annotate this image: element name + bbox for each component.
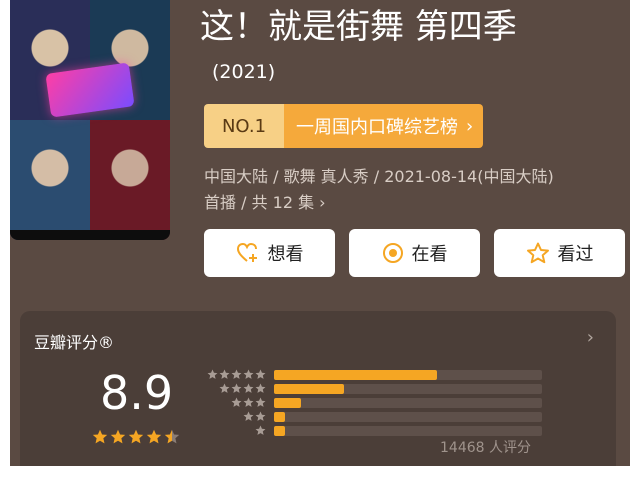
small-star-icon [243,369,254,379]
show-year: (2021) [212,61,276,83]
small-star-icon [231,383,242,393]
star-outline-icon [526,242,549,264]
distribution-bar-track [274,369,542,380]
small-star-icon [255,425,266,435]
show-meta[interactable]: 中国大陆 / 歌舞 真人秀 / 2021-08-14(中国大陆) 首播 / 共 … [204,164,624,216]
douban-rating-card[interactable]: 豆瓣评分® › 8.9 14468 人评分 [20,311,616,466]
watching-label: 在看 [411,244,448,265]
chevron-right-icon[interactable]: › [587,327,594,348]
star-half-icon [164,429,180,444]
distribution-bar-track [274,383,542,394]
rating-stars [92,429,180,445]
distribution-stars [200,383,266,394]
distribution-bar [274,397,301,408]
small-star-icon [207,369,218,379]
small-star-icon [255,411,266,421]
want-to-watch-label: 想看 [267,244,304,265]
distribution-row [200,424,542,437]
target-icon [382,243,403,263]
distribution-stars [200,411,266,422]
poster-image[interactable] [10,0,170,240]
watched-label: 看过 [557,244,594,265]
meta-line-1: 中国大陆 / 歌舞 真人秀 / 2021-08-14(中国大陆) [204,167,554,186]
distribution-row [200,368,542,381]
rank-label-box: 一周国内口碑综艺榜 › [284,104,484,148]
distribution-bar-track [274,397,542,408]
star-filled-icon [110,429,126,444]
distribution-bar [274,411,285,422]
ranking-banner[interactable]: NO.1 一周国内口碑综艺榜 › [204,104,484,148]
watched-button[interactable]: 看过 [494,229,625,277]
star-filled-icon [92,429,108,444]
rating-title: 豆瓣评分® [34,333,115,352]
distribution-bar-track [274,411,542,422]
want-to-watch-button[interactable]: 想看 [204,229,335,277]
small-star-icon [243,397,254,407]
chevron-right-icon: › [466,115,474,137]
small-star-icon [231,397,242,407]
distribution-row [200,382,542,395]
distribution-stars [200,425,266,436]
small-star-icon [255,397,266,407]
show-title: 这！就是街舞 第四季 [200,7,517,47]
action-buttons: 想看 在看 看过 [204,229,625,277]
star-filled-icon [128,429,144,444]
small-star-icon [231,369,242,379]
watching-button[interactable]: 在看 [349,229,480,277]
small-star-icon [219,369,230,379]
heart-plus-icon [236,242,257,262]
distribution-bar [274,425,285,436]
distribution-bar-track [274,425,542,436]
distribution-row [200,396,542,409]
small-star-icon [243,383,254,393]
rank-badge: NO.1 [204,104,284,148]
rank-label: 一周国内口碑综艺榜 [296,117,458,138]
drama-detail-screen: 这！就是街舞 第四季 (2021) NO.1 一周国内口碑综艺榜 › 中国大陆 … [10,0,630,466]
small-star-icon [219,383,230,393]
star-filled-icon [146,429,162,444]
distribution-row [200,410,542,423]
small-star-icon [255,383,266,393]
meta-line-2: 首播 / 共 12 集 › [204,193,326,212]
distribution-bar [274,369,438,380]
distribution-stars [200,369,266,380]
rating-score: 8.9 [100,366,174,420]
distribution-stars [200,397,266,408]
small-star-icon [255,369,266,379]
small-star-icon [243,411,254,421]
distribution-bar [274,383,344,394]
vote-count: 14468 人评分 [440,440,531,456]
